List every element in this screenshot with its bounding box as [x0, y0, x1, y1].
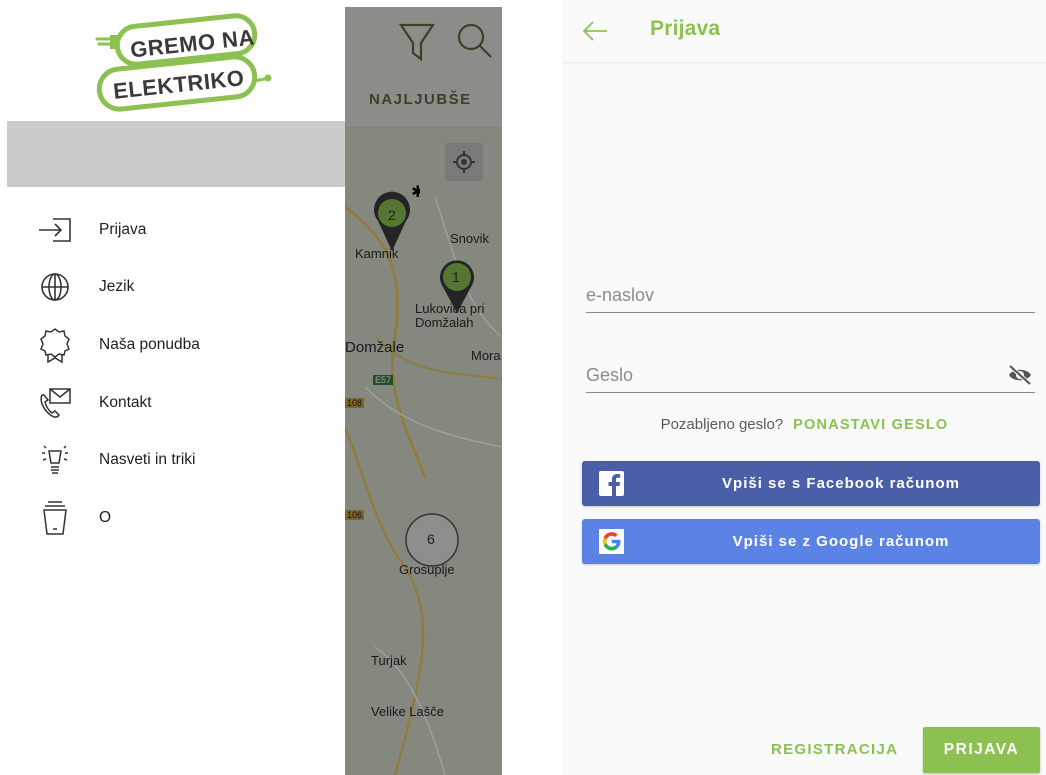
- facebook-login-button[interactable]: Vpiši se s Facebook računom: [582, 461, 1040, 506]
- eye-off-icon[interactable]: [1007, 364, 1033, 386]
- logo-graphic: [95, 13, 272, 112]
- login-button[interactable]: PRIJAVA: [923, 727, 1040, 773]
- facebook-icon: [599, 471, 624, 496]
- menu-item-nasveti-in-triki[interactable]: Nasveti in triki: [7, 431, 345, 489]
- drawer-scrim[interactable]: [345, 7, 502, 775]
- menu-item-nasa-ponudba[interactable]: Naša ponudba: [7, 316, 345, 374]
- drawer-menu: Prijava Jezik Naša ponudba Kontakt Nasve…: [7, 201, 345, 547]
- cup-icon: [37, 500, 73, 536]
- forgot-password-text: Pozabljeno geslo?: [660, 416, 784, 433]
- reset-password-link[interactable]: PONASTAVI GESLO: [793, 417, 948, 433]
- menu-item-label: Jezik: [99, 278, 135, 296]
- app-bar: Prijava: [563, 0, 1046, 63]
- login-button-label: PRIJAVA: [943, 741, 1020, 758]
- password-input[interactable]: [586, 365, 986, 386]
- menu-item-label: Prijava: [99, 220, 147, 238]
- menu-item-label: Kontakt: [99, 393, 152, 411]
- phone-mail-icon: [37, 385, 73, 421]
- logo: GREMO NA ELEKTRIKO: [7, 7, 345, 121]
- menu-item-kontakt[interactable]: Kontakt: [7, 374, 345, 432]
- page-title: Prijava: [650, 17, 721, 40]
- left-screen: NAJLJUBŠE ✱ 2 1 6 Kamnik Snovik Lukovica…: [7, 7, 502, 775]
- login-icon: [37, 212, 73, 248]
- menu-item-prijava[interactable]: Prijava: [7, 201, 345, 259]
- register-button[interactable]: REGISTRACIJA: [771, 741, 898, 758]
- email-field[interactable]: [586, 272, 1035, 313]
- badge-icon: [37, 327, 73, 363]
- drawer-header-band: [7, 121, 345, 187]
- menu-item-o[interactable]: O: [7, 489, 345, 547]
- facebook-login-label: Vpiši se s Facebook računom: [722, 475, 960, 492]
- google-login-button[interactable]: Vpiši se z Google računom: [582, 519, 1040, 564]
- password-field[interactable]: [586, 352, 1035, 393]
- google-login-label: Vpiši se z Google računom: [732, 533, 950, 550]
- menu-item-label: Nasveti in triki: [99, 451, 196, 469]
- forgot-password-row: Pozabljeno geslo? PONASTAVI GESLO: [563, 416, 1046, 434]
- navigation-drawer: GREMO NA ELEKTRIKO Prijava Jezik Naša po…: [7, 7, 345, 775]
- menu-item-label: Naša ponudba: [99, 335, 200, 353]
- map-view[interactable]: NAJLJUBŠE ✱ 2 1 6 Kamnik Snovik Lukovica…: [345, 7, 502, 775]
- email-input[interactable]: [586, 285, 986, 306]
- menu-item-label: O: [99, 508, 112, 526]
- google-icon: [599, 529, 624, 554]
- lightbulb-icon: [37, 442, 73, 478]
- login-screen: Prijava Pozabljeno geslo? PONASTAVI GESLO…: [563, 0, 1046, 775]
- menu-item-jezik[interactable]: Jezik: [7, 259, 345, 317]
- back-arrow-icon[interactable]: [581, 18, 609, 44]
- globe-icon: [37, 269, 73, 305]
